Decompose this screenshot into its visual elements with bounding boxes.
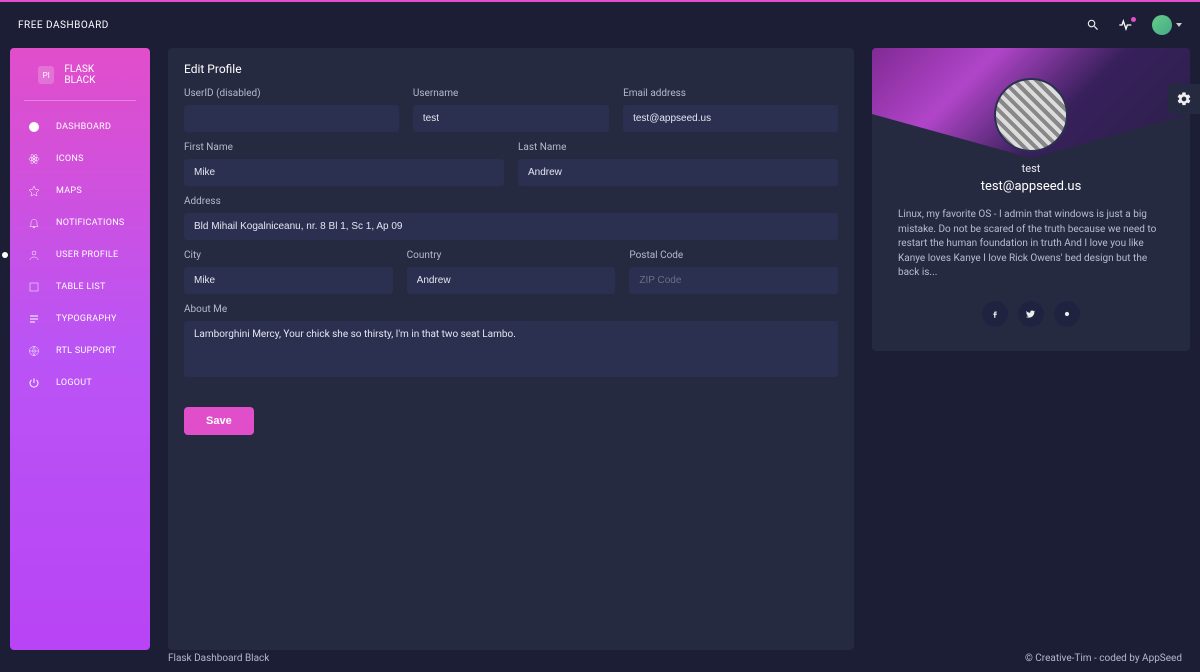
sidebar-item-typography[interactable]: TYPOGRAPHY [10,303,150,335]
google-button[interactable] [1054,301,1080,327]
bell-icon [28,217,42,229]
puzzle-icon [28,281,42,293]
atom-icon [28,153,42,165]
sidebar-item-user-profile[interactable]: USER PROFILE [10,239,150,271]
power-icon [28,377,42,389]
about-input[interactable] [184,321,838,377]
footer-right: © Creative-Tim - coded by AppSeed [1025,653,1182,664]
sidebar-item-rtl[interactable]: RTL SUPPORT [10,335,150,367]
sidebar-item-label: LOGOUT [56,378,92,388]
save-button[interactable]: Save [184,407,254,435]
page-title: FREE DASHBOARD [18,20,109,31]
profile-card: test test@appseed.us Linux, my favorite … [872,48,1190,351]
footer-left: Flask Dashboard Black [168,653,269,664]
facebook-button[interactable] [982,301,1008,327]
sidebar: PI FLASK BLACK DASHBOARD ICONS MAPS NOTI… [10,48,150,650]
sidebar-brand[interactable]: PI FLASK BLACK [24,64,136,101]
social-row [888,301,1174,327]
logo-icon: PI [38,66,54,84]
chevron-down-icon [1176,23,1182,27]
sidebar-item-icons[interactable]: ICONS [10,143,150,175]
label-firstname: First Name [184,142,504,153]
label-about: About Me [184,304,838,315]
profile-avatar[interactable] [994,78,1068,152]
sidebar-item-label: DASHBOARD [56,122,111,132]
profile-bio: Linux, my favorite OS - I admin that win… [888,208,1174,281]
firstname-input[interactable] [184,159,504,186]
email-input[interactable] [623,105,838,132]
search-icon[interactable] [1086,18,1100,32]
city-input[interactable] [184,267,393,294]
pie-icon [28,121,42,133]
label-address: Address [184,196,838,207]
pin-icon [28,185,42,197]
label-username: Username [413,88,609,99]
sidebar-item-maps[interactable]: MAPS [10,175,150,207]
sidebar-item-label: MAPS [56,186,82,196]
text-icon [28,313,42,325]
sidebar-item-dashboard[interactable]: DASHBOARD [10,111,150,143]
card-title: Edit Profile [184,62,838,76]
user-menu[interactable] [1152,15,1182,35]
label-city: City [184,250,393,261]
brand-label: FLASK BLACK [64,64,122,86]
edit-profile-card: Edit Profile UserID (disabled) Username … [168,48,854,650]
gear-icon [1176,91,1192,107]
country-input[interactable] [407,267,616,294]
sidebar-item-table-list[interactable]: TABLE LIST [10,271,150,303]
username-input[interactable] [413,105,609,132]
avatar-icon [1152,15,1172,35]
activity-icon[interactable] [1118,19,1134,31]
profile-name: test [888,162,1174,175]
twitter-button[interactable] [1018,301,1044,327]
sidebar-item-notifications[interactable]: NOTIFICATIONS [10,207,150,239]
label-country: Country [407,250,616,261]
sidebar-item-label: TABLE LIST [56,282,106,292]
sidebar-item-logout[interactable]: LOGOUT [10,367,150,399]
user-icon [28,249,42,261]
postal-input[interactable] [629,267,838,294]
sidebar-item-label: ICONS [56,154,84,164]
globe-icon [28,345,42,357]
sidebar-item-label: RTL SUPPORT [56,346,116,356]
label-lastname: Last Name [518,142,838,153]
userid-input [184,105,399,132]
topbar: FREE DASHBOARD [0,2,1200,48]
settings-fab[interactable] [1168,84,1200,114]
sidebar-item-label: TYPOGRAPHY [56,314,117,324]
profile-email: test@appseed.us [888,179,1174,194]
footer: Flask Dashboard Black © Creative-Tim - c… [168,653,1182,664]
label-email: Email address [623,88,838,99]
sidebar-item-label: USER PROFILE [56,250,118,260]
label-userid: UserID (disabled) [184,88,399,99]
lastname-input[interactable] [518,159,838,186]
address-input[interactable] [184,213,838,240]
label-postal: Postal Code [629,250,838,261]
sidebar-item-label: NOTIFICATIONS [56,218,125,228]
